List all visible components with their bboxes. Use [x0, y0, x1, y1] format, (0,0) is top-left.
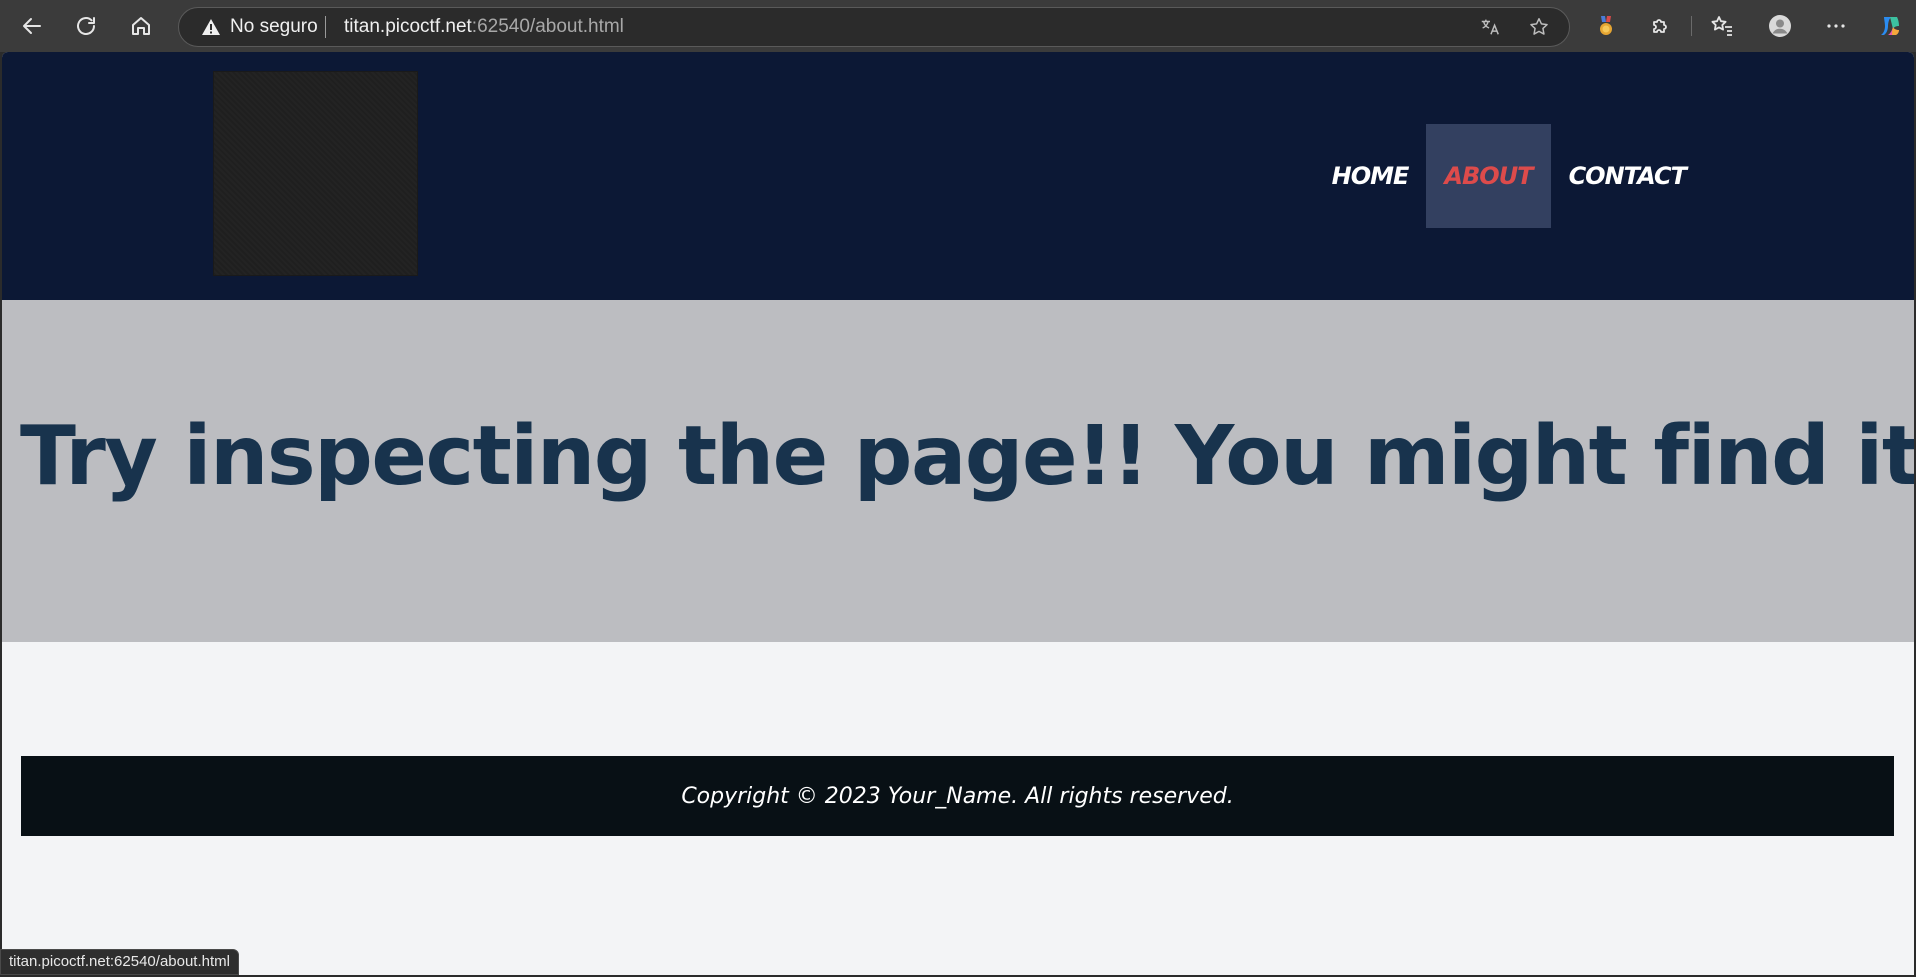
address-bar[interactable]: No seguro titan.picoctf.net:62540/about.…	[178, 7, 1570, 47]
nav-about[interactable]: ABOUT	[1426, 124, 1551, 228]
security-status-label[interactable]: No seguro	[230, 16, 318, 38]
url-path: :62540/about.html	[471, 16, 624, 37]
browser-toolbar: No seguro titan.picoctf.net:62540/about.…	[0, 0, 1916, 52]
nav-contact[interactable]: CONTACT	[1551, 124, 1704, 228]
star-icon[interactable]	[1527, 15, 1551, 39]
page-viewport: HOME ABOUT CONTACT Try inspecting the pa…	[2, 52, 1914, 975]
hero-section: Try inspecting the page!! You might find…	[2, 300, 1914, 642]
favorites-list-icon[interactable]	[1704, 8, 1740, 44]
warning-icon[interactable]	[201, 17, 221, 37]
back-arrow-icon[interactable]	[14, 8, 50, 44]
copilot-icon[interactable]	[1872, 8, 1908, 44]
footer-copyright: Copyright © 2023 Your_Name. All rights r…	[681, 783, 1234, 809]
avatar-icon[interactable]	[1762, 8, 1798, 44]
more-icon[interactable]	[1818, 8, 1854, 44]
status-bar-url: titan.picoctf.net:62540/about.html	[0, 949, 239, 975]
site-header: HOME ABOUT CONTACT	[2, 52, 1914, 300]
reload-icon[interactable]	[68, 8, 104, 44]
translate-icon[interactable]	[1478, 15, 1502, 39]
toolbar-divider	[1691, 16, 1692, 36]
medal-icon[interactable]	[1588, 8, 1624, 44]
nav-home[interactable]: HOME	[1314, 124, 1427, 228]
url-host: titan.picoctf.net	[344, 16, 472, 37]
hero-title: Try inspecting the page!! You might find…	[20, 409, 1914, 504]
home-icon[interactable]	[123, 8, 159, 44]
puzzle-icon[interactable]	[1643, 8, 1679, 44]
omnibox-divider	[325, 16, 326, 38]
site-footer: Copyright © 2023 Your_Name. All rights r…	[21, 756, 1894, 836]
site-logo	[213, 71, 418, 276]
url-text[interactable]: titan.picoctf.net:62540/about.html	[344, 16, 624, 38]
main-nav: HOME ABOUT CONTACT	[1314, 124, 1704, 228]
